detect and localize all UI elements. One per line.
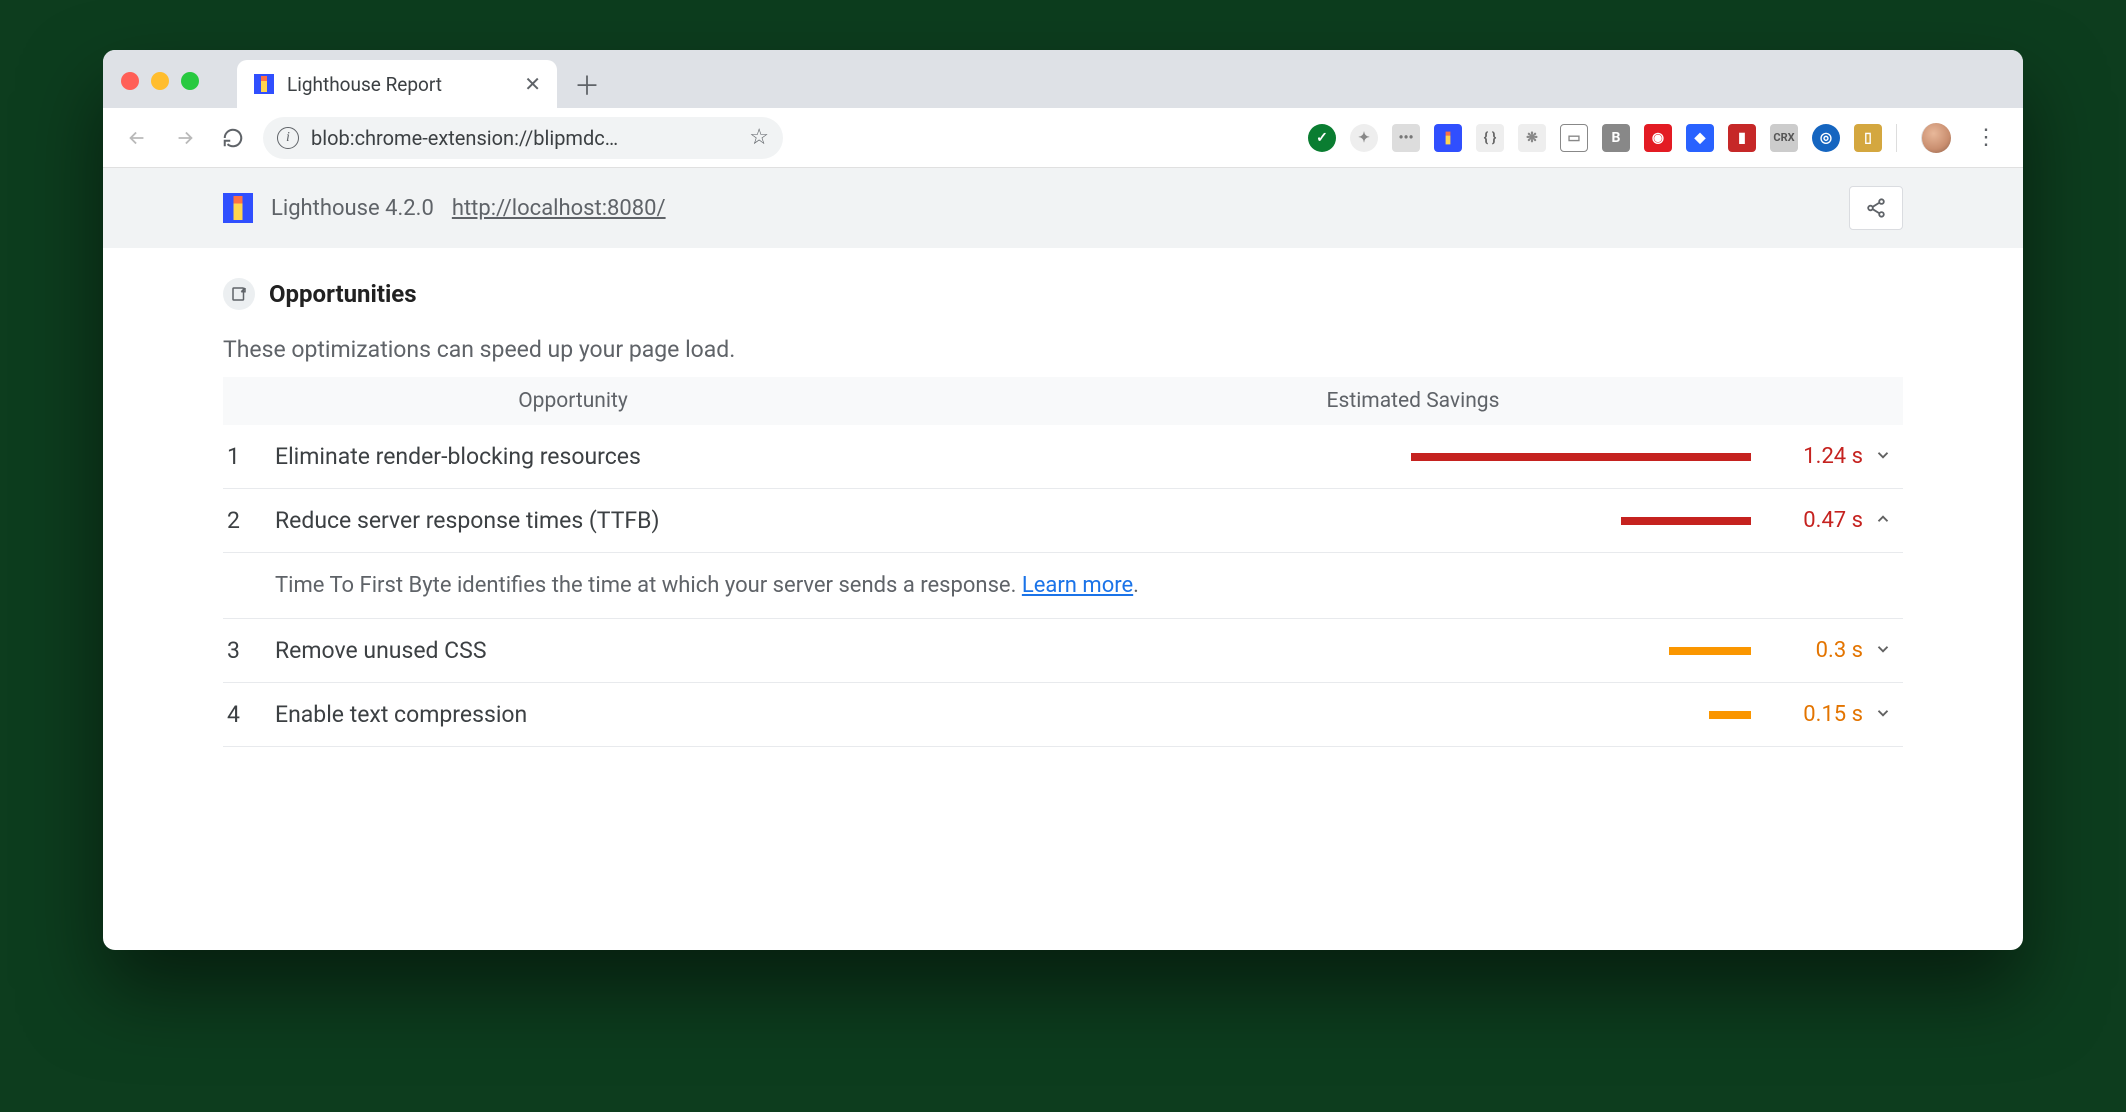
savings-value: 0.47 s (1763, 508, 1863, 533)
chevron-down-icon[interactable] (1863, 443, 1903, 470)
chevron-down-icon[interactable] (1863, 701, 1903, 728)
savings-value: 1.24 s (1763, 444, 1863, 469)
savings-bar-area (935, 517, 1763, 525)
browser-tab-active[interactable]: Lighthouse Report ✕ (237, 60, 557, 108)
opportunity-index: 2 (223, 507, 275, 534)
opportunities-table-header: Opportunity Estimated Savings (223, 377, 1903, 425)
opportunity-index: 3 (223, 637, 275, 664)
browser-toolbar: i blob:chrome-extension://blipmdc… ☆ ✓ ✦… (103, 108, 2023, 168)
savings-value: 0.3 s (1763, 638, 1863, 663)
savings-value: 0.15 s (1763, 702, 1863, 727)
profile-avatar[interactable] (1921, 123, 1951, 153)
extension-icon[interactable]: ❋ (1518, 124, 1546, 152)
tab-close-icon[interactable]: ✕ (524, 72, 541, 96)
forward-button[interactable] (167, 120, 203, 156)
extension-icon[interactable]: ••• (1392, 124, 1420, 152)
extension-icon[interactable]: B (1602, 124, 1630, 152)
lighthouse-favicon (253, 73, 275, 95)
savings-bar (1709, 711, 1751, 719)
lighthouse-logo-icon (223, 193, 253, 223)
report-content: Opportunities These optimizations can sp… (103, 248, 2023, 747)
opportunity-row[interactable]: 3Remove unused CSS 0.3 s (223, 619, 1903, 683)
window-controls (121, 72, 199, 90)
detail-text: Time To First Byte identifies the time a… (275, 573, 1022, 598)
window-close-button[interactable] (121, 72, 139, 90)
opportunity-name: Remove unused CSS (275, 637, 935, 664)
extension-icon[interactable]: ◆ (1686, 124, 1714, 152)
reload-button[interactable] (215, 120, 251, 156)
lighthouse-extension-icon[interactable] (1434, 124, 1462, 152)
extension-icons: ✓ ✦ ••• { } ❋ ▭ B ◉ ◆ ▮ CRX ◎ ▯ ⋮ (1308, 123, 2007, 153)
opportunity-index: 1 (223, 443, 275, 470)
window-maximize-button[interactable] (181, 72, 199, 90)
tested-url-link[interactable]: http://localhost:8080/ (452, 196, 666, 221)
extension-icon[interactable]: CRX (1770, 124, 1798, 152)
extension-icon[interactable]: ◉ (1644, 124, 1672, 152)
chrome-menu-icon[interactable]: ⋮ (1965, 125, 2007, 150)
extension-icon[interactable]: ▮ (1728, 124, 1756, 152)
extension-icon[interactable]: ▭ (1560, 124, 1588, 152)
savings-bar-area (935, 711, 1763, 719)
savings-bar (1621, 517, 1751, 525)
opportunity-name: Enable text compression (275, 701, 935, 728)
browser-window: Lighthouse Report ✕ ＋ i blob:chrome-exte… (103, 50, 2023, 950)
opportunities-heading: Opportunities (223, 278, 1903, 310)
tab-strip: Lighthouse Report ✕ ＋ (103, 50, 2023, 108)
opportunity-name: Eliminate render-blocking resources (275, 443, 935, 470)
savings-bar (1411, 453, 1751, 461)
opportunity-detail: Time To First Byte identifies the time a… (223, 553, 1903, 619)
learn-more-link[interactable]: Learn more (1022, 573, 1133, 598)
opportunity-row[interactable]: 4Enable text compression 0.15 s (223, 683, 1903, 747)
savings-bar-area (935, 453, 1763, 461)
extension-icon[interactable]: ◎ (1812, 124, 1840, 152)
extension-icon[interactable]: ✓ (1308, 124, 1336, 152)
opportunity-row[interactable]: 1Eliminate render-blocking resources 1.24… (223, 425, 1903, 489)
opportunity-row[interactable]: 2Reduce server response times (TTFB) 0.47… (223, 489, 1903, 553)
savings-bar-area (935, 647, 1763, 655)
chevron-up-icon[interactable] (1863, 507, 1903, 534)
separator (1896, 124, 1897, 152)
opportunities-list: 1Eliminate render-blocking resources 1.24… (223, 425, 1903, 747)
opportunity-index: 4 (223, 701, 275, 728)
share-button[interactable] (1849, 186, 1903, 230)
savings-bar (1669, 647, 1751, 655)
section-subtitle: These optimizations can speed up your pa… (223, 336, 1903, 363)
opportunity-name: Reduce server response times (TTFB) (275, 507, 935, 534)
bookmark-star-icon[interactable]: ☆ (749, 125, 769, 150)
extension-icon[interactable]: ✦ (1350, 124, 1378, 152)
chevron-down-icon[interactable] (1863, 637, 1903, 664)
back-button[interactable] (119, 120, 155, 156)
lighthouse-version: Lighthouse 4.2.0 (271, 196, 434, 221)
window-minimize-button[interactable] (151, 72, 169, 90)
opportunities-icon (223, 278, 255, 310)
omnibox-url: blob:chrome-extension://blipmdc… (311, 126, 737, 150)
section-title: Opportunities (269, 280, 417, 308)
col-header-savings: Estimated Savings (923, 389, 1903, 413)
extension-icon[interactable]: ▯ (1854, 124, 1882, 152)
address-bar[interactable]: i blob:chrome-extension://blipmdc… ☆ (263, 117, 783, 159)
lighthouse-header: Lighthouse 4.2.0 http://localhost:8080/ (103, 168, 2023, 248)
site-info-icon[interactable]: i (277, 127, 299, 149)
col-header-opportunity: Opportunity (223, 389, 923, 413)
extension-icon[interactable]: { } (1476, 124, 1504, 152)
tab-title: Lighthouse Report (287, 73, 512, 96)
new-tab-button[interactable]: ＋ (567, 64, 607, 104)
